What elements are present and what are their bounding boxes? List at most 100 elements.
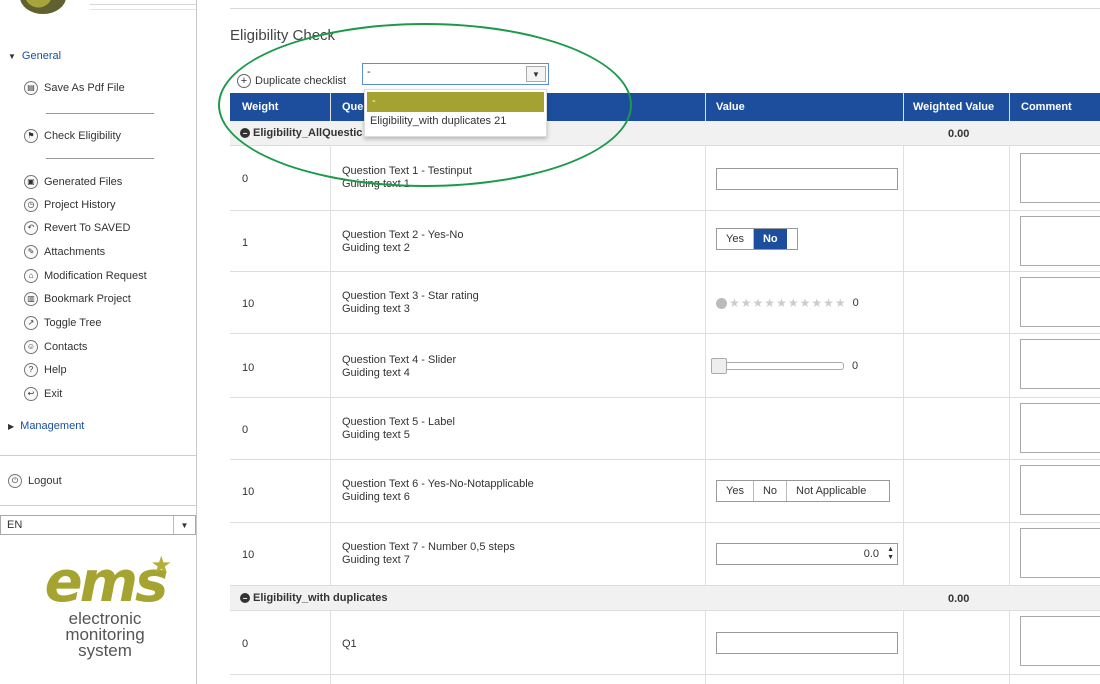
plus-icon[interactable]: + bbox=[237, 74, 251, 88]
row-value: 0 bbox=[711, 358, 858, 374]
star-icon[interactable]: ★ bbox=[776, 296, 787, 310]
comment-field[interactable] bbox=[1020, 528, 1100, 578]
row-question: Question Text 6 - Yes-No-Notapplicable G… bbox=[342, 478, 534, 504]
no-button[interactable]: No bbox=[753, 481, 788, 501]
section-general[interactable]: ▼ General bbox=[8, 50, 61, 62]
sidebar-item-exit[interactable]: ↩ Exit bbox=[24, 386, 62, 402]
sidebar-item-label: Exit bbox=[44, 388, 63, 400]
logout-button[interactable]: ⏻ Logout bbox=[8, 473, 62, 489]
collapse-icon[interactable]: − bbox=[240, 593, 250, 603]
column-value[interactable]: Value bbox=[716, 101, 745, 113]
table-row: 10 Question Text 6 - Yes-No-Notapplicabl… bbox=[230, 460, 1100, 523]
group-weighted-value: 0.00 bbox=[948, 128, 970, 140]
divider bbox=[0, 455, 197, 456]
comment-field[interactable] bbox=[1020, 153, 1100, 203]
sidebar-item-toggle-tree[interactable]: ↗ Toggle Tree bbox=[24, 315, 101, 331]
row-weight: 10 bbox=[242, 486, 255, 498]
star-icon[interactable]: ★ bbox=[741, 296, 752, 310]
sidebar-item-help[interactable]: ? Help bbox=[24, 362, 67, 378]
star-icon[interactable]: ★ bbox=[800, 296, 811, 310]
sidebar-item-contacts[interactable]: ☺ Contacts bbox=[24, 339, 87, 355]
cancel-rating-icon[interactable] bbox=[716, 297, 727, 309]
comment-field[interactable] bbox=[1020, 465, 1100, 515]
star-icon[interactable]: ★ bbox=[788, 296, 799, 310]
help-icon: ? bbox=[24, 363, 38, 377]
no-button[interactable]: No bbox=[753, 229, 787, 249]
comment-field[interactable] bbox=[1020, 277, 1100, 327]
group-label: − Eligibility_AllQuestic bbox=[240, 127, 362, 139]
spinner-icon[interactable]: ▲ ▼ bbox=[887, 546, 894, 562]
row-value: Yes No Not Applicable bbox=[716, 480, 890, 502]
star-icon[interactable]: ★ bbox=[764, 296, 775, 310]
collapse-icon[interactable]: − bbox=[240, 128, 250, 138]
group-weighted-value: 0.00 bbox=[948, 593, 970, 605]
guiding-text: Guiding text 7 bbox=[342, 554, 410, 566]
duplicate-label: Duplicate checklist bbox=[255, 75, 347, 87]
column-weighted-value[interactable]: Weighted Value bbox=[913, 101, 994, 113]
column-weight[interactable]: Weight bbox=[242, 101, 278, 113]
slider-handle[interactable] bbox=[711, 358, 727, 374]
row-value: ★ ★ ★ ★ ★ ★ ★ ★ ★ ★ 0 bbox=[716, 296, 859, 310]
row-weight: 1 bbox=[242, 237, 249, 249]
yes-button[interactable]: Yes bbox=[717, 481, 754, 501]
table-row: 10 Question Text 3 - Star rating Guiding… bbox=[230, 272, 1100, 334]
sidebar-item-modification-request[interactable]: ⌂ Modification Request bbox=[24, 268, 147, 284]
dropdown-option[interactable]: - bbox=[367, 92, 544, 112]
section-management[interactable]: ▶ Management bbox=[8, 420, 84, 432]
comment-field[interactable] bbox=[1020, 616, 1100, 666]
sidebar-item-project-history[interactable]: ◷ Project History bbox=[24, 197, 116, 213]
chevron-down-icon: ▼ bbox=[8, 51, 16, 61]
sidebar-item-generated-files[interactable]: ▣ Generated Files bbox=[24, 174, 122, 190]
column-comment[interactable]: Comment bbox=[1021, 101, 1072, 113]
divider bbox=[46, 113, 154, 114]
comment-field[interactable] bbox=[1020, 339, 1100, 389]
power-icon: ⏻ bbox=[8, 474, 22, 488]
group-title: Eligibility_with duplicates bbox=[253, 592, 388, 604]
sidebar-item-save-pdf[interactable]: ▤ Save As Pdf File bbox=[24, 80, 125, 96]
star-icon[interactable]: ★ bbox=[729, 296, 740, 310]
ems-logo: ems ★ electronic monitoring system bbox=[30, 552, 180, 660]
star-rating[interactable]: ★ ★ ★ ★ ★ ★ ★ ★ ★ ★ 0 bbox=[716, 296, 859, 310]
slider[interactable]: 0 bbox=[711, 358, 858, 374]
main-content: Eligibility Check + Duplicate checklist … bbox=[197, 0, 1100, 684]
sidebar-item-label: Revert To SAVED bbox=[44, 222, 131, 234]
dropdown-option[interactable]: Eligibility_with duplicates 21 bbox=[365, 112, 546, 132]
yes-button[interactable]: Yes bbox=[717, 229, 754, 249]
text-input[interactable] bbox=[716, 632, 898, 654]
question-text: Question Text 7 - Number 0,5 steps bbox=[342, 541, 515, 553]
number-input[interactable]: 0.0 ▲ ▼ bbox=[716, 543, 898, 565]
not-applicable-button[interactable]: Not Applicable bbox=[787, 481, 876, 501]
star-icon[interactable]: ★ bbox=[823, 296, 834, 310]
group-title: Eligibility_AllQuestic bbox=[253, 127, 363, 139]
ems-logo-line3: system bbox=[78, 641, 132, 660]
language-select[interactable]: EN ▼ bbox=[0, 515, 196, 535]
sidebar-item-check-eligibility[interactable]: ⚑ Check Eligibility bbox=[24, 128, 121, 144]
question-text: Question Text 1 - Testinput bbox=[342, 165, 472, 177]
comment-field[interactable] bbox=[1020, 403, 1100, 453]
bookmark-icon: ▥ bbox=[24, 292, 38, 306]
sidebar-item-bookmark[interactable]: ▥ Bookmark Project bbox=[24, 291, 131, 307]
star-icon[interactable]: ★ bbox=[835, 296, 846, 310]
duplicate-select[interactable]: - ▼ bbox=[362, 63, 549, 85]
row-question: Q1 bbox=[342, 638, 357, 651]
row-question: Question Text 5 - Label Guiding text 5 bbox=[342, 416, 455, 442]
group-row[interactable]: − Eligibility_AllQuestic 0.00 bbox=[230, 121, 1100, 146]
sidebar-item-attachments[interactable]: ✎ Attachments bbox=[24, 244, 105, 260]
slider-track[interactable] bbox=[711, 358, 844, 374]
group-row[interactable]: − Eligibility_with duplicates 0.00 bbox=[230, 586, 1100, 611]
duplicate-checklist[interactable]: + Duplicate checklist bbox=[237, 74, 346, 88]
question-text: Question Text 6 - Yes-No-Notapplicable bbox=[342, 478, 534, 490]
sidebar-item-label: Save As Pdf File bbox=[44, 82, 125, 94]
star-icon[interactable]: ★ bbox=[811, 296, 822, 310]
sidebar-item-revert[interactable]: ↶ Revert To SAVED bbox=[24, 220, 130, 236]
table-row: 0 Question Text 5 - Label Guiding text 5 bbox=[230, 398, 1100, 460]
guiding-text: Guiding text 6 bbox=[342, 491, 410, 503]
row-question: Question Text 2 - Yes-No Guiding text 2 bbox=[342, 229, 463, 255]
star-icon[interactable]: ★ bbox=[753, 296, 764, 310]
sidebar-item-label: Toggle Tree bbox=[44, 317, 102, 329]
divider bbox=[46, 158, 154, 159]
column-question[interactable]: Que bbox=[342, 101, 363, 113]
row-question: Question Text 3 - Star rating Guiding te… bbox=[342, 290, 479, 316]
text-input[interactable] bbox=[716, 168, 898, 190]
comment-field[interactable] bbox=[1020, 216, 1100, 266]
